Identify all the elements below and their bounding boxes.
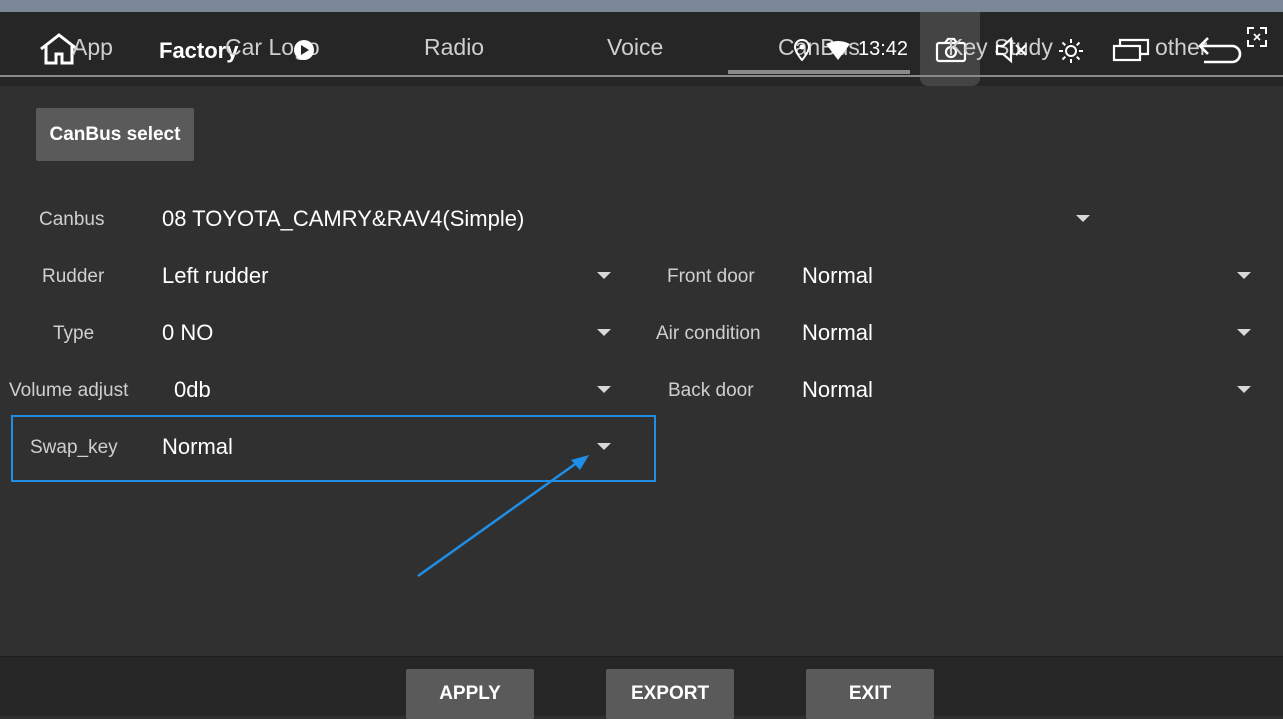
type-label: Type [53, 323, 95, 344]
back-door-value[interactable]: Normal [802, 377, 873, 403]
front-door-dropdown-arrow-icon[interactable] [1237, 272, 1251, 279]
canbus-dropdown-arrow-icon[interactable] [1076, 215, 1090, 222]
active-tab-underline [728, 70, 910, 74]
swap-key-dropdown-arrow-icon[interactable] [597, 443, 611, 450]
back-icon[interactable] [1196, 34, 1244, 66]
swap-key-value[interactable]: Normal [162, 434, 233, 460]
location-icon [794, 39, 810, 61]
tab-radio[interactable]: Radio [424, 34, 484, 61]
tab-app[interactable]: App [72, 34, 113, 61]
top-tab-bar: App Factory Car Logo Radio Voice CanBus … [0, 12, 1283, 86]
back-door-label: Back door [668, 380, 754, 401]
exit-button[interactable]: EXIT [806, 669, 934, 719]
front-door-value[interactable]: Normal [802, 263, 873, 289]
volume-adjust-label: Volume adjust [9, 380, 129, 401]
status-time: 13:42 [858, 38, 909, 60]
apply-button[interactable]: APPLY [406, 669, 534, 719]
export-button[interactable]: EXPORT [606, 669, 734, 719]
rudder-dropdown-arrow-icon[interactable] [597, 272, 611, 279]
volume-adjust-value[interactable]: 0db [174, 377, 211, 403]
rudder-value[interactable]: Left rudder [162, 263, 268, 289]
rudder-label: Rudder [42, 266, 105, 287]
wifi-icon [826, 41, 850, 60]
play-icon [294, 40, 314, 60]
swap-key-label: Swap_key [30, 437, 118, 458]
canbus-select-button[interactable]: CanBus select [36, 108, 194, 161]
settings-panel [0, 86, 1283, 656]
mute-icon[interactable] [994, 36, 1030, 64]
front-door-label: Front door [667, 266, 755, 287]
brightness-icon[interactable] [1058, 38, 1084, 64]
canbus-label: Canbus [39, 209, 105, 230]
fullscreen-icon[interactable] [1246, 26, 1268, 48]
window-icon[interactable] [1112, 38, 1150, 62]
canbus-value[interactable]: 08 TOYOTA_CAMRY&RAV4(Simple) [162, 206, 524, 232]
air-condition-label: Air condition [656, 323, 761, 344]
volume-adjust-dropdown-arrow-icon[interactable] [597, 386, 611, 393]
air-condition-value[interactable]: Normal [802, 320, 873, 346]
topbar-divider [0, 75, 1283, 77]
tab-voice[interactable]: Voice [607, 34, 663, 61]
back-door-dropdown-arrow-icon[interactable] [1237, 386, 1251, 393]
type-dropdown-arrow-icon[interactable] [597, 329, 611, 336]
type-value[interactable]: 0 NO [162, 320, 213, 346]
window-frame-strip [0, 0, 1283, 12]
air-condition-dropdown-arrow-icon[interactable] [1237, 329, 1251, 336]
